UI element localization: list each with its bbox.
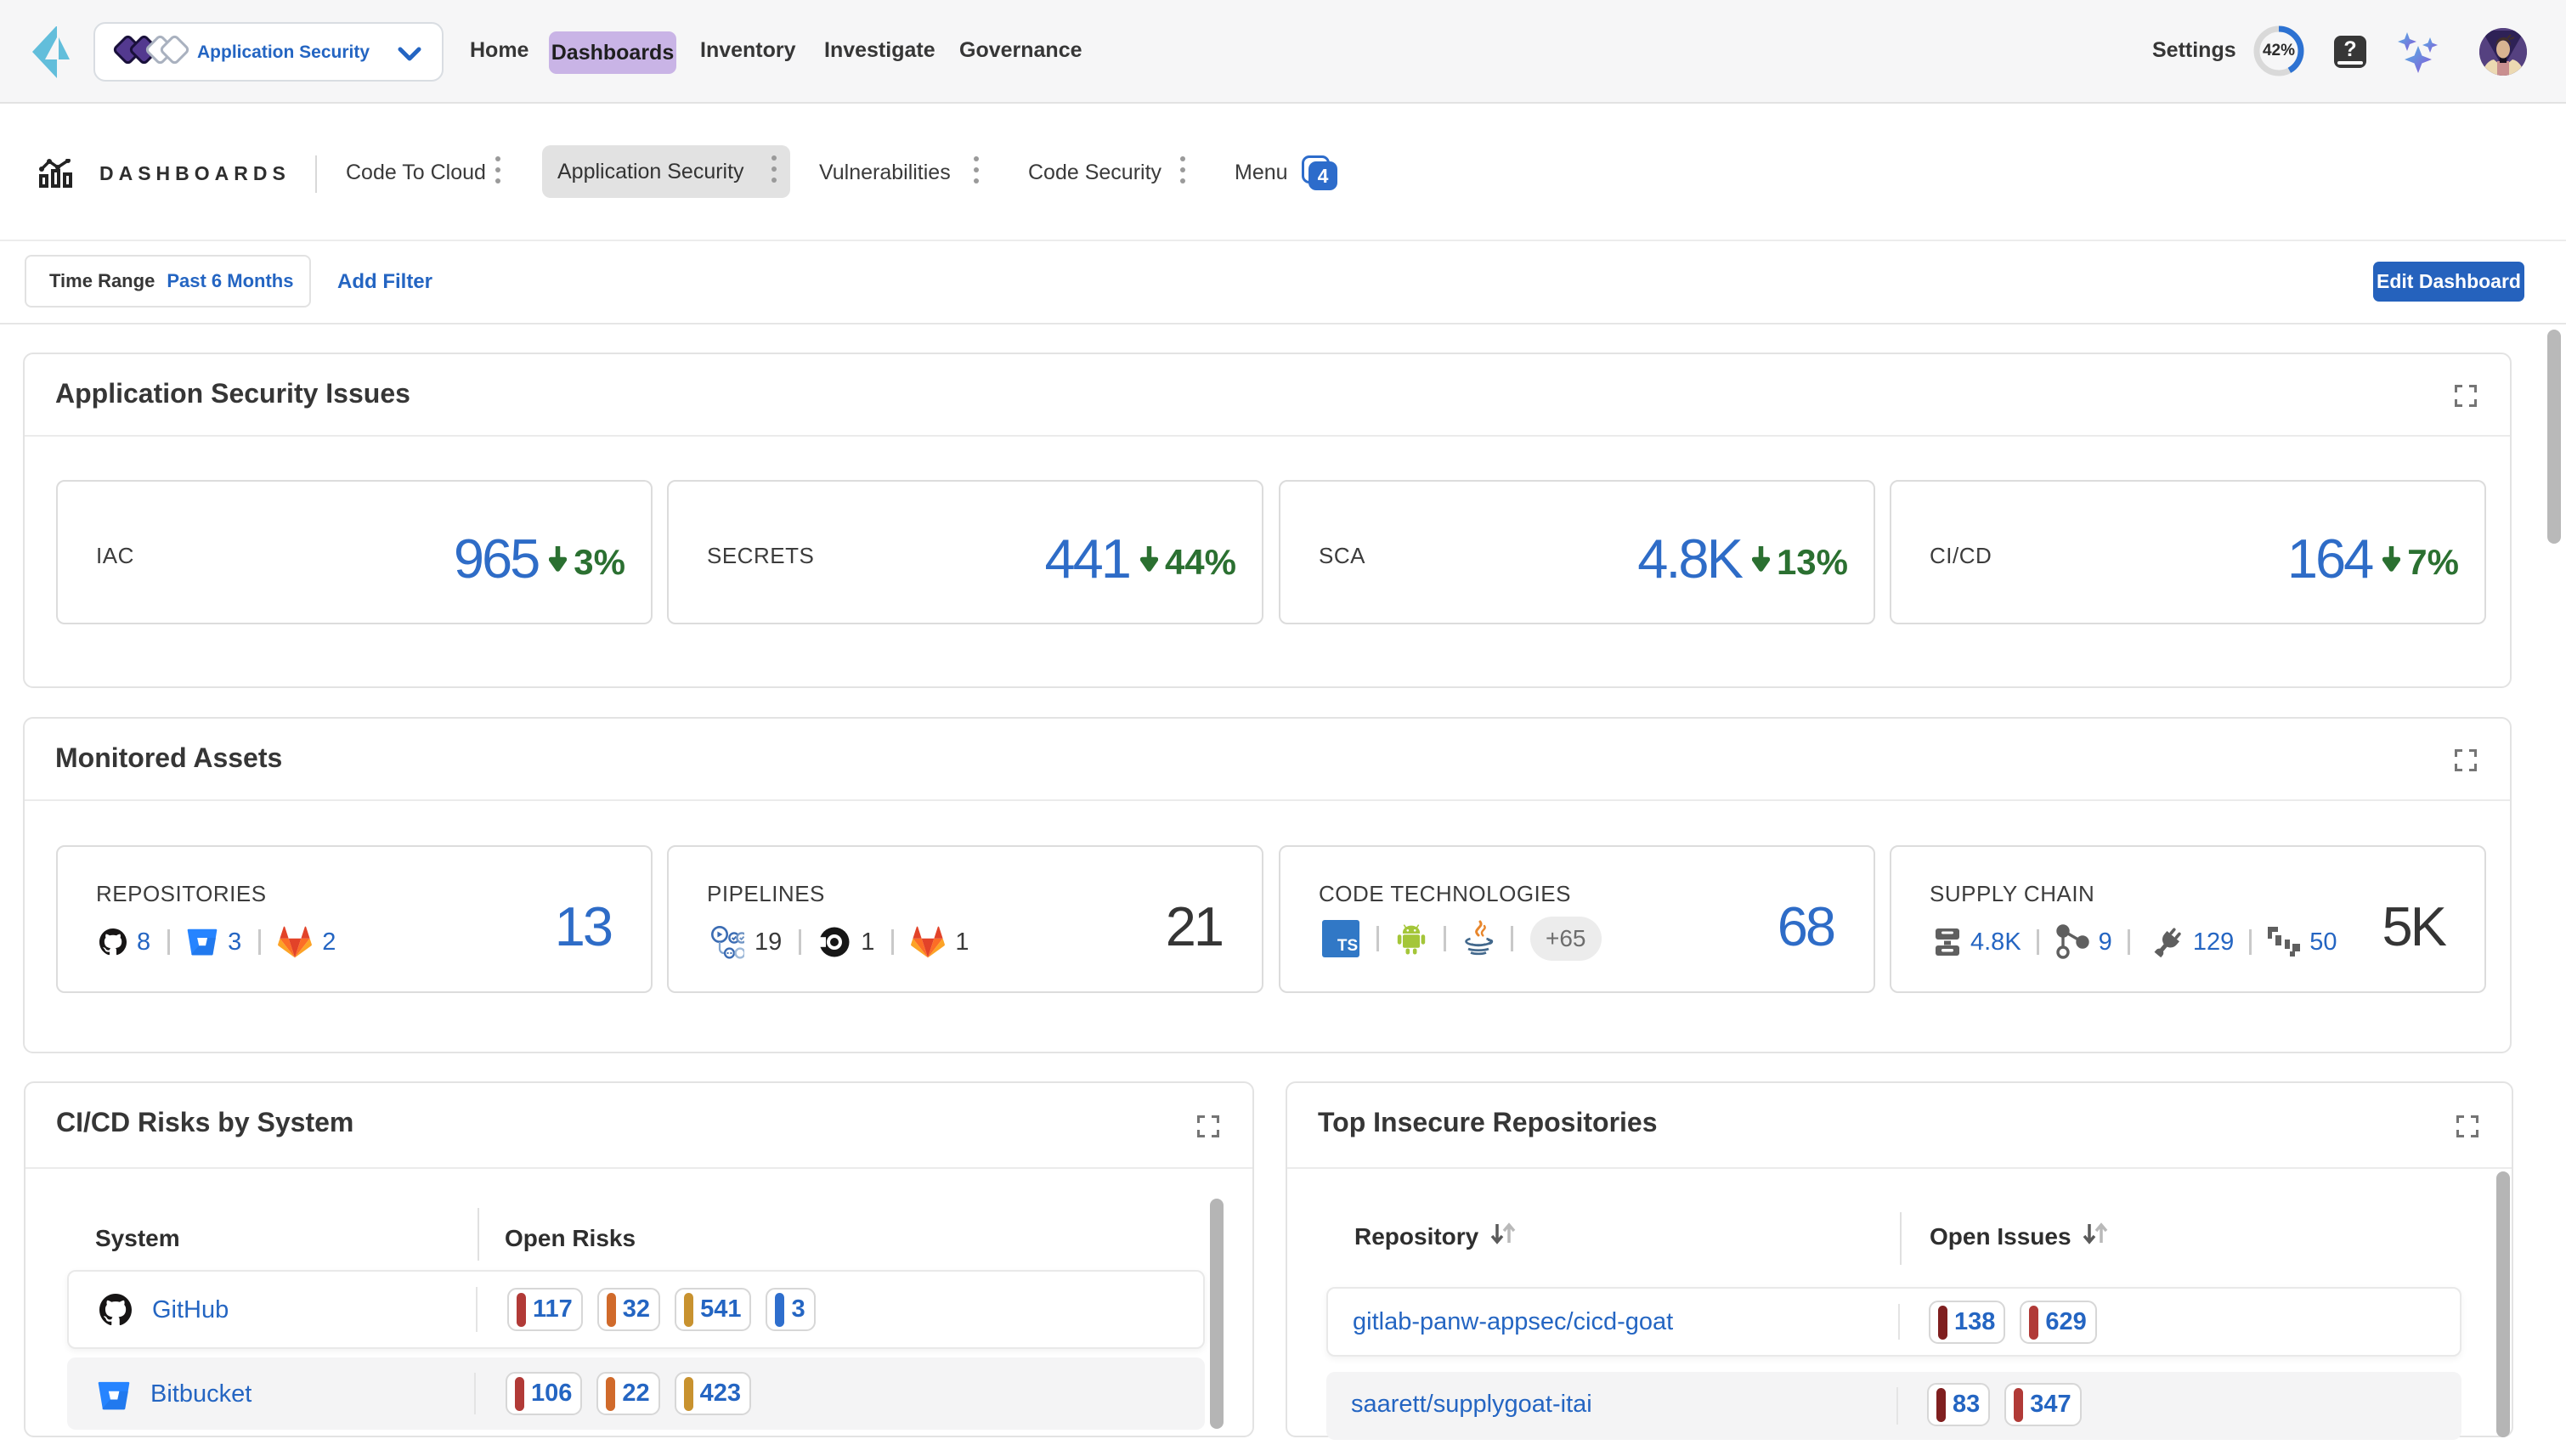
svg-text:TS: TS [1337,937,1358,955]
